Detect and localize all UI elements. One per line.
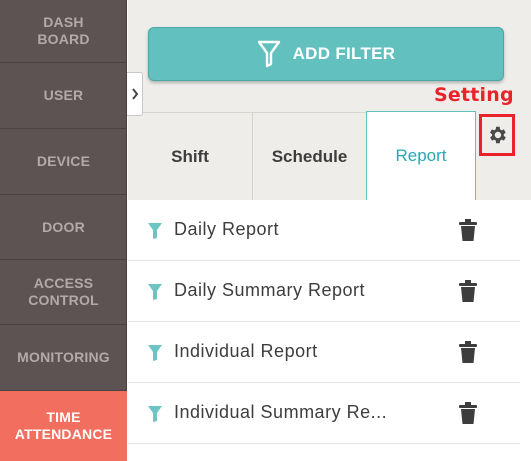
filter-icon [148, 345, 162, 361]
tab-shift[interactable]: Shift [128, 112, 253, 200]
report-name: Individual Report [174, 341, 318, 361]
sidebar-collapse-button[interactable] [127, 72, 143, 116]
report-name: Individual Summary Re... [174, 402, 388, 422]
sidebar: DASH BOARD USER DEVICE DOOR ACCESS CONTR… [0, 0, 127, 461]
report-name: Daily Summary Report [174, 280, 366, 300]
sidebar-item-monitoring[interactable]: MONITORING [0, 325, 127, 391]
list-item[interactable]: Individual Report [128, 322, 520, 383]
filter-icon [148, 284, 162, 300]
filter-icon [148, 223, 162, 239]
trash-icon[interactable] [459, 341, 477, 363]
settings-button[interactable] [479, 114, 515, 156]
gear-icon [490, 126, 506, 144]
sidebar-item-door[interactable]: DOOR [0, 195, 127, 260]
report-list: Daily Report Daily Summary Report Indivi [128, 200, 531, 461]
sidebar-item-user[interactable]: USER [0, 63, 127, 129]
trash-icon[interactable] [459, 402, 477, 424]
tab-schedule[interactable]: Schedule [253, 112, 366, 200]
sidebar-item-dashboard[interactable]: DASH BOARD [0, 0, 127, 63]
tab-report[interactable]: Report [366, 111, 476, 200]
list-item[interactable]: Daily Report [128, 200, 520, 261]
chevron-right-icon [131, 88, 138, 100]
add-filter-button[interactable]: ADD FILTER [148, 27, 504, 81]
trash-icon[interactable] [459, 219, 477, 241]
sidebar-item-access-control[interactable]: ACCESS CONTROL [0, 260, 127, 325]
sidebar-item-device[interactable]: DEVICE [0, 129, 127, 195]
setting-annotation: Setting [434, 84, 514, 106]
add-filter-label: ADD FILTER [292, 44, 396, 63]
sidebar-item-time-attendance[interactable]: TIME ATTENDANCE [0, 391, 127, 461]
list-item[interactable]: Individual Summary Re... [128, 383, 520, 444]
report-name: Daily Report [174, 219, 280, 239]
filter-icon [148, 406, 162, 422]
list-item[interactable]: Daily Summary Report [128, 261, 520, 322]
main-panel: ADD FILTER Setting Shift Schedule Report… [128, 0, 531, 461]
trash-icon[interactable] [459, 280, 477, 302]
filter-icon [257, 40, 280, 68]
